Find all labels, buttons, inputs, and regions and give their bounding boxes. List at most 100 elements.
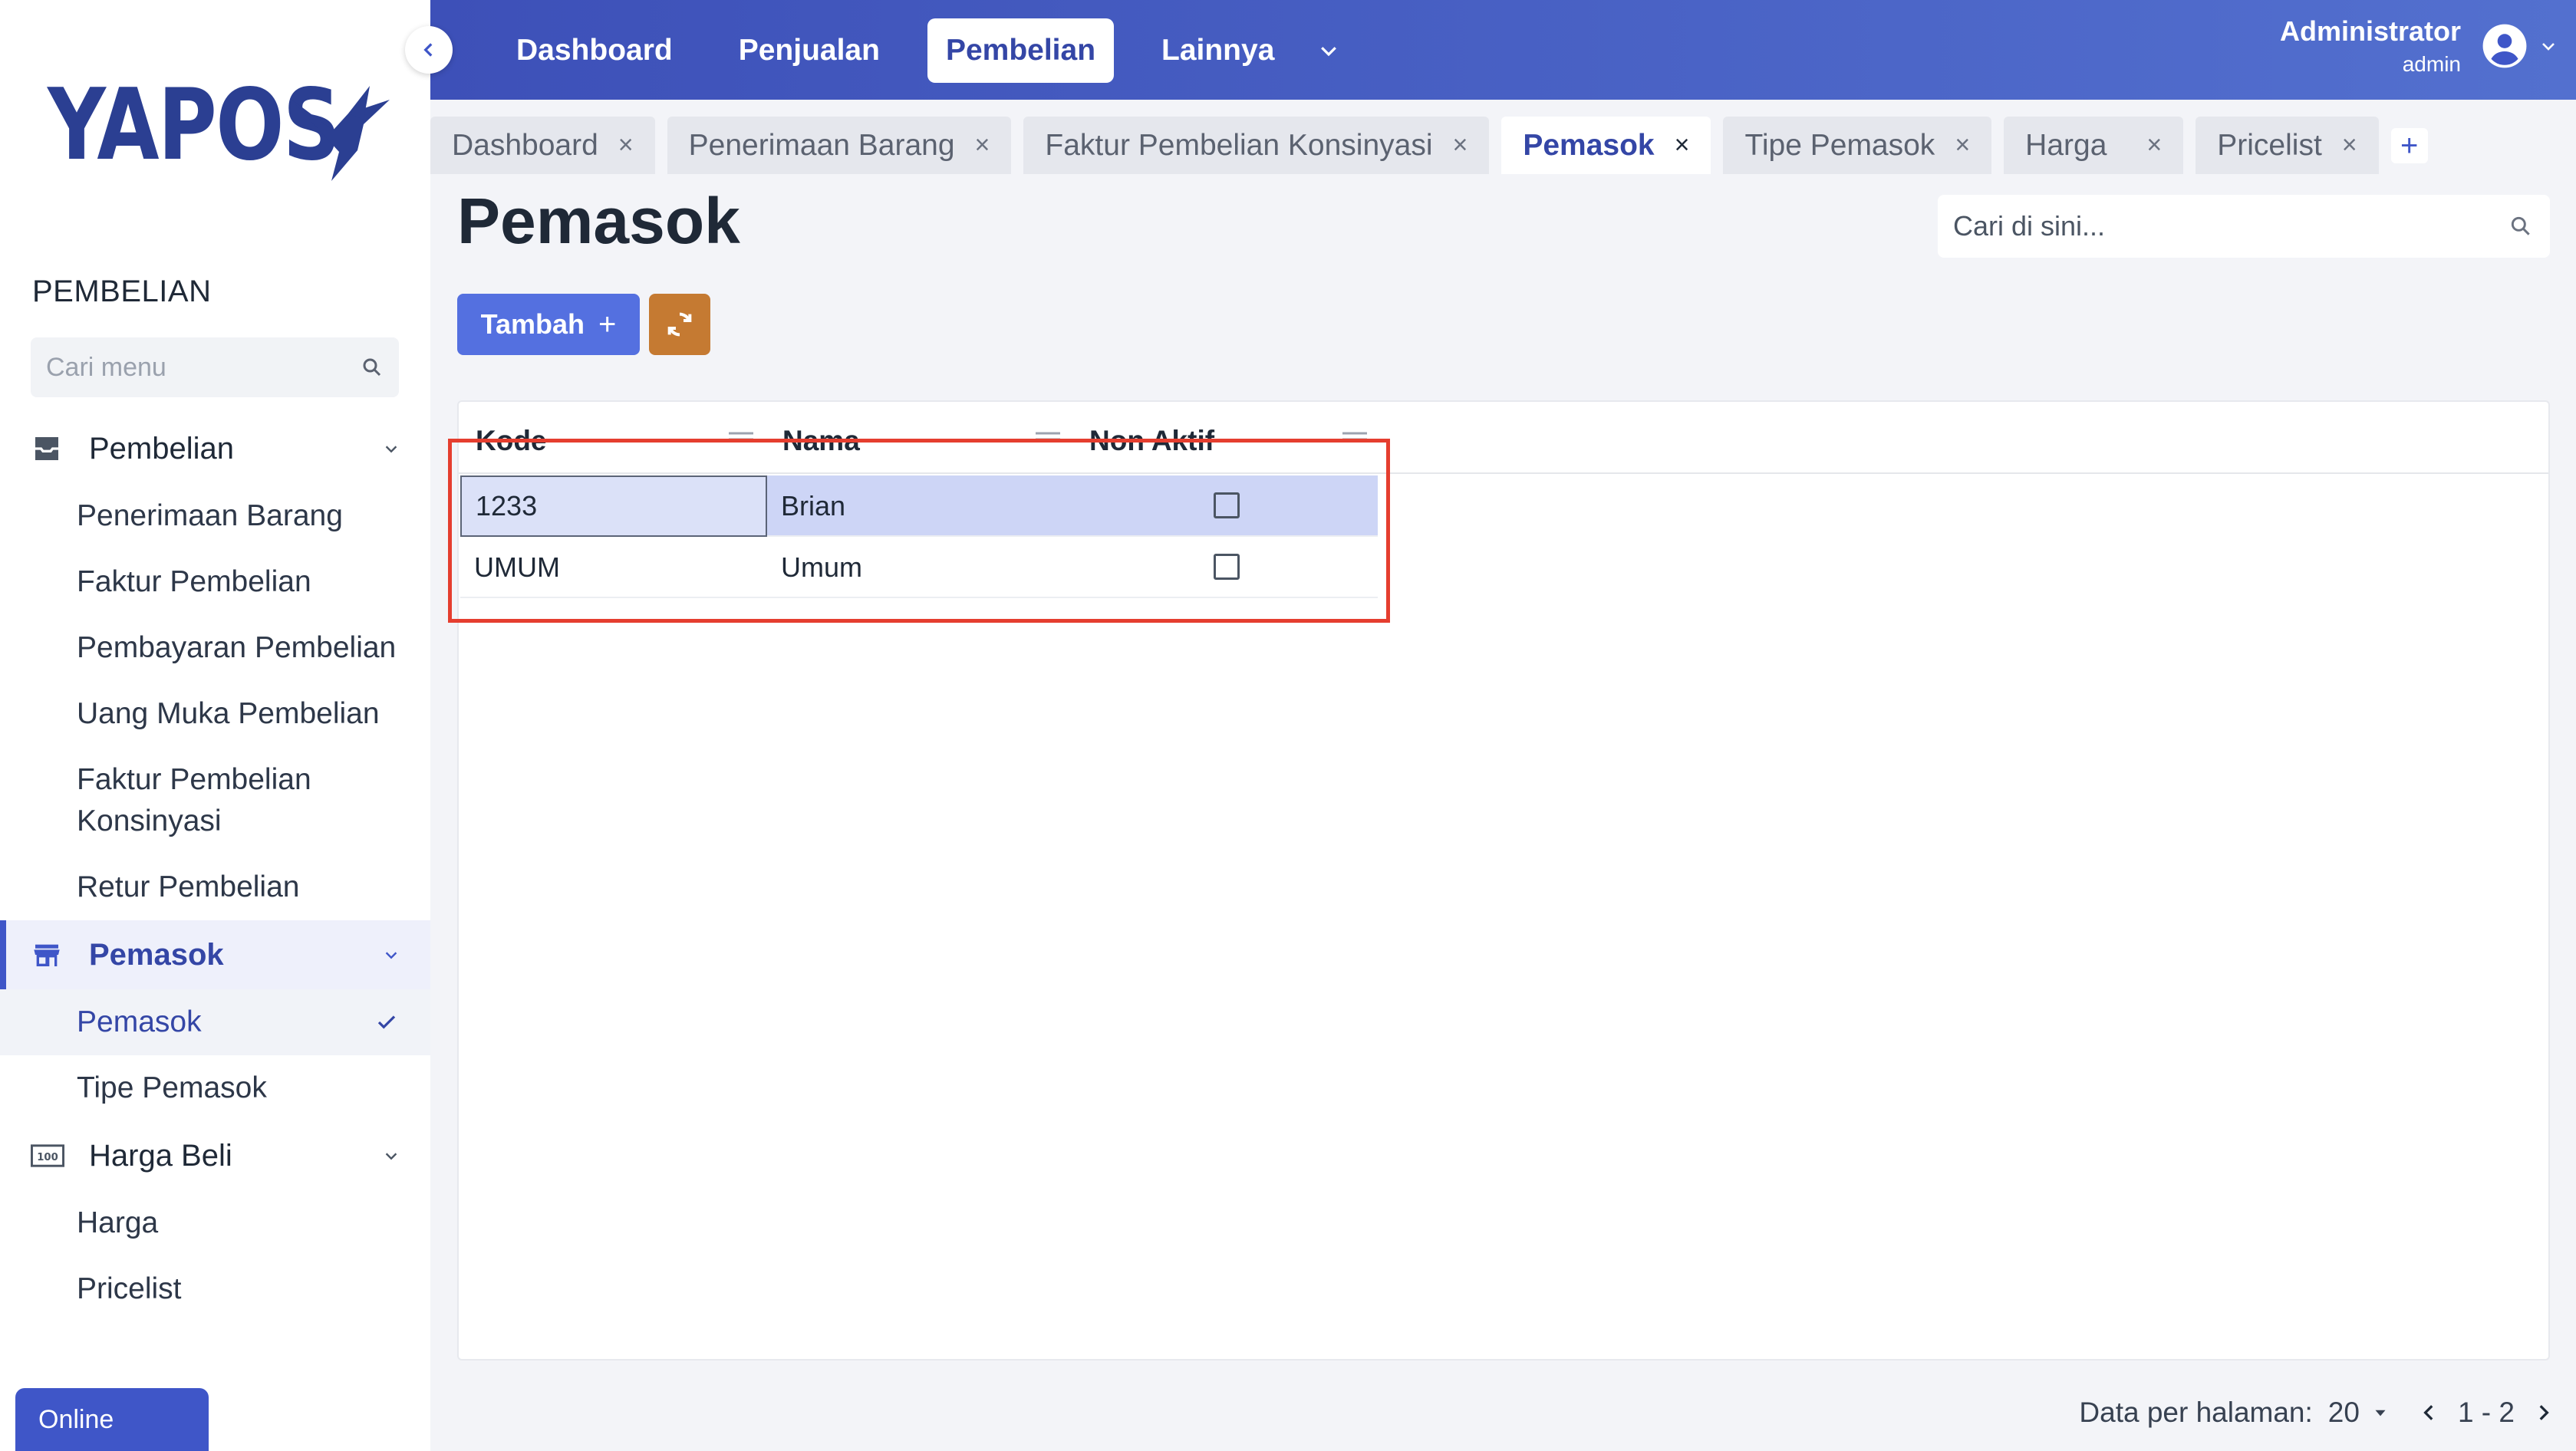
highlight-annotation-box — [448, 439, 1390, 623]
nav-group-label: Pembelian — [89, 431, 235, 466]
refresh-button[interactable] — [649, 294, 710, 355]
tab-strip: Dashboard × Penerimaan Barang × Faktur P… — [430, 117, 2428, 174]
pagination-range: 1 - 2 — [2457, 1397, 2515, 1428]
tab-label: Pricelist — [2217, 128, 2322, 162]
next-page-icon[interactable] — [2533, 1401, 2553, 1424]
add-tab-button[interactable]: + — [2390, 128, 2428, 163]
tab-pricelist[interactable]: Pricelist × — [2196, 117, 2379, 174]
sidebar-item-label: Tipe Pemasok — [77, 1071, 267, 1104]
close-icon[interactable]: × — [1955, 130, 1970, 160]
online-status-badge[interactable]: Online — [15, 1388, 209, 1451]
topnav-pembelian[interactable]: Pembelian — [927, 18, 1115, 83]
nav-group-pemasok[interactable]: Pemasok — [0, 920, 430, 989]
sidebar-item-pricelist[interactable]: Pricelist — [0, 1256, 430, 1322]
sidebar-nav: Pembelian Penerimaan Barang Faktur Pembe… — [0, 414, 430, 1322]
store-icon — [31, 938, 64, 972]
menu-search-input[interactable]: Cari menu — [31, 337, 399, 397]
per-page-label: Data per halaman: — [2079, 1397, 2313, 1428]
user-name: Administrator — [2279, 15, 2461, 47]
topnav-dashboard[interactable]: Dashboard — [498, 18, 691, 83]
top-nav: Dashboard Penjualan Pembelian Lainnya — [498, 18, 1348, 83]
tab-dashboard[interactable]: Dashboard × — [430, 117, 655, 174]
refresh-icon — [667, 312, 692, 337]
chevron-left-icon — [423, 43, 433, 57]
tab-tipe-pemasok[interactable]: Tipe Pemasok × — [1723, 117, 1992, 174]
chevron-down-icon — [385, 1153, 397, 1160]
close-icon[interactable]: × — [1675, 130, 1690, 160]
chevron-down-icon — [385, 952, 397, 959]
tab-faktur-pembelian-konsinyasi[interactable]: Faktur Pembelian Konsinyasi × — [1023, 117, 1490, 174]
topnav-lainnya[interactable]: Lainnya — [1143, 18, 1293, 83]
close-icon[interactable]: × — [2342, 130, 2357, 160]
global-search-placeholder: Cari di sini... — [1953, 210, 2106, 242]
close-icon[interactable]: × — [1452, 130, 1468, 160]
logo: YAPOS — [48, 77, 404, 181]
tab-label: Harga — [2025, 128, 2107, 162]
nav-group-label: Harga Beli — [89, 1138, 232, 1173]
sidebar-item-tipe-pemasok[interactable]: Tipe Pemasok — [0, 1055, 430, 1121]
sidebar-item-label: Faktur Pembelian Konsinyasi — [77, 763, 311, 837]
pagination-footer: Data per halaman: 20 1 - 2 — [2079, 1390, 2553, 1436]
close-icon[interactable]: × — [975, 130, 990, 160]
sidebar-item-label: Pembayaran Pembelian — [77, 631, 397, 664]
user-info: Administrator admin — [2280, 15, 2461, 77]
price-tag-icon: 100 — [31, 1139, 64, 1173]
sidebar-item-faktur-pembelian-konsinyasi[interactable]: Faktur Pembelian Konsinyasi — [0, 747, 430, 854]
user-menu[interactable]: Administrator admin — [2280, 15, 2558, 77]
topnav-more-dropdown[interactable] — [1309, 18, 1348, 83]
search-icon — [363, 358, 381, 377]
collapse-sidebar-button[interactable] — [405, 26, 453, 74]
sidebar-item-uang-muka-pembelian[interactable]: Uang Muka Pembelian — [0, 681, 430, 747]
inbox-tray-icon — [31, 432, 64, 466]
global-search-input[interactable]: Cari di sini... — [1938, 195, 2550, 258]
sidebar-item-label: Retur Pembelian — [77, 870, 300, 903]
sidebar-item-label: Pricelist — [77, 1272, 182, 1305]
sidebar-section-title: PEMBELIAN — [32, 275, 212, 308]
search-icon — [2511, 216, 2530, 235]
plus-icon: + — [2400, 128, 2419, 163]
tab-label: Dashboard — [452, 128, 598, 162]
sidebar-item-label: Pemasok — [77, 1005, 202, 1038]
sidebar-item-harga[interactable]: Harga — [0, 1190, 430, 1256]
tab-harga[interactable]: Harga × — [2004, 117, 2184, 174]
top-bar: Dashboard Penjualan Pembelian Lainnya Ad… — [430, 0, 2576, 100]
tambah-button[interactable]: Tambah + — [457, 294, 640, 355]
topnav-penjualan[interactable]: Penjualan — [720, 18, 898, 83]
tambah-label: Tambah — [480, 308, 585, 340]
sidebar-item-pembayaran-pembelian[interactable]: Pembayaran Pembelian — [0, 615, 430, 681]
tab-pemasok[interactable]: Pemasok × — [1501, 117, 1711, 174]
bird-logo-icon — [290, 86, 390, 181]
sidebar: YAPOS PEMBELIAN Cari menu Pembelian Pene… — [0, 0, 430, 1451]
sidebar-item-label: Faktur Pembelian — [77, 565, 311, 598]
menu-search-placeholder: Cari menu — [46, 352, 166, 382]
previous-page-icon[interactable] — [2420, 1401, 2439, 1424]
nav-group-harga-beli[interactable]: 100 Harga Beli — [0, 1121, 430, 1190]
sidebar-item-label: Uang Muka Pembelian — [77, 697, 380, 730]
tab-label: Penerimaan Barang — [688, 128, 955, 162]
sidebar-item-penerimaan-barang[interactable]: Penerimaan Barang — [0, 483, 430, 549]
svg-text:100: 100 — [37, 1152, 58, 1163]
tab-label: Faktur Pembelian Konsinyasi — [1045, 128, 1433, 162]
tab-penerimaan-barang[interactable]: Penerimaan Barang × — [667, 117, 1012, 174]
chevron-down-icon — [385, 446, 397, 453]
close-icon[interactable]: × — [618, 130, 634, 160]
sidebar-item-label: Penerimaan Barang — [77, 499, 343, 532]
plus-icon: + — [598, 307, 617, 341]
chevron-down-icon — [1321, 47, 1337, 57]
caret-down-icon[interactable] — [2370, 1403, 2390, 1423]
tab-label: Tipe Pemasok — [1744, 128, 1935, 162]
check-icon — [377, 1015, 396, 1029]
chevron-down-icon — [2542, 43, 2555, 51]
nav-group-pembelian[interactable]: Pembelian — [0, 414, 430, 483]
sidebar-item-faktur-pembelian[interactable]: Faktur Pembelian — [0, 549, 430, 615]
sidebar-item-retur-pembelian[interactable]: Retur Pembelian — [0, 854, 430, 920]
tab-label: Pemasok — [1523, 128, 1655, 162]
user-avatar-icon — [2482, 24, 2527, 68]
nav-group-label: Pemasok — [89, 937, 224, 972]
user-role: admin — [2402, 52, 2461, 76]
sidebar-item-label: Harga — [77, 1206, 159, 1239]
sidebar-item-pemasok[interactable]: Pemasok — [0, 989, 430, 1055]
close-icon[interactable]: × — [2146, 130, 2162, 160]
page-title: Pemasok — [457, 185, 740, 257]
per-page-select[interactable]: 20 — [2328, 1397, 2360, 1429]
